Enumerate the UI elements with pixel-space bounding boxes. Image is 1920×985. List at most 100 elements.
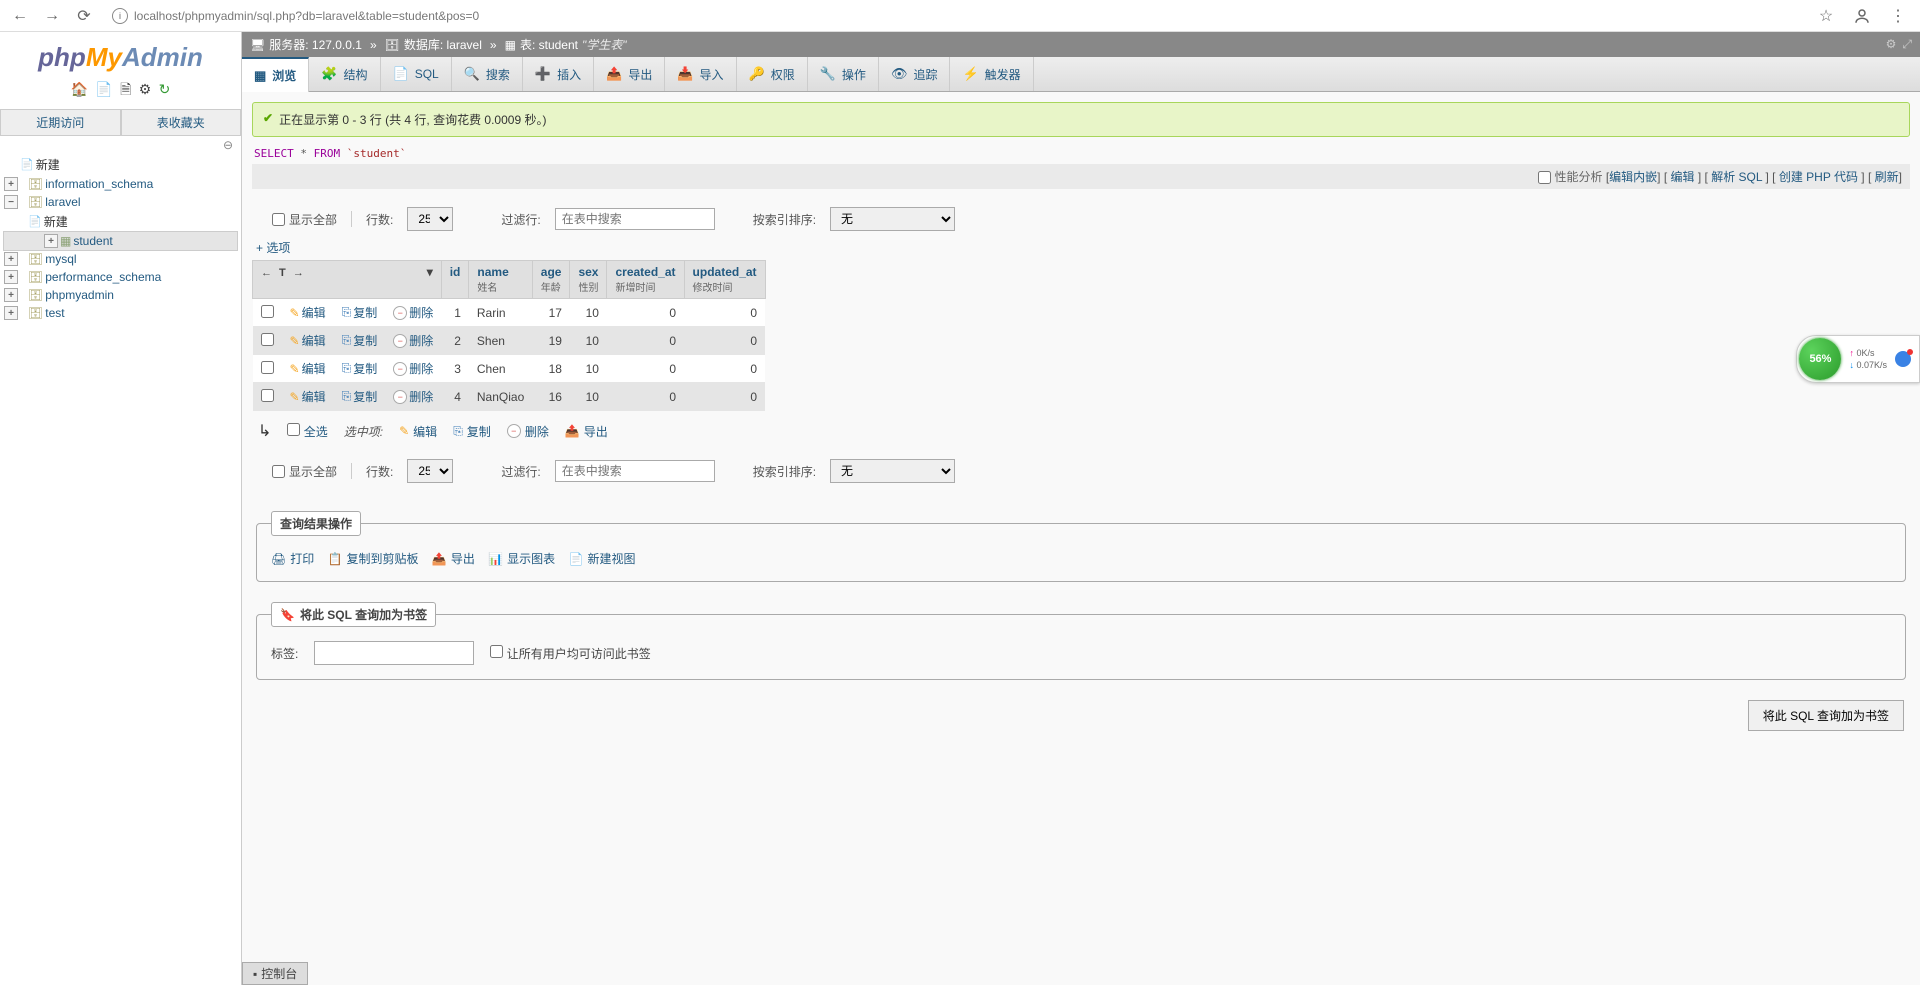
row-checkbox[interactable] <box>261 305 274 318</box>
col-updated-at[interactable]: updated_at修改时间 <box>684 261 765 299</box>
tab-browse[interactable]: ▦浏览 <box>242 57 309 92</box>
op-create-view[interactable]: 📄新建视图 <box>569 550 636 567</box>
refresh-link[interactable]: 刷新 <box>1875 170 1899 184</box>
globe-icon[interactable] <box>1895 351 1911 367</box>
row-delete[interactable]: −删除 <box>393 360 433 377</box>
tree-table-student[interactable]: +▦student <box>4 232 237 250</box>
reload-icon[interactable]: ↻ <box>159 81 171 97</box>
col-sex[interactable]: sex性别 <box>570 261 607 299</box>
row-delete[interactable]: −删除 <box>393 304 433 321</box>
check-all-checkbox[interactable] <box>287 423 300 436</box>
inline-edit-link[interactable]: 编辑内嵌 <box>1609 170 1657 184</box>
tree-db-2[interactable]: +🗄mysql <box>4 250 237 268</box>
bookmark-input[interactable] <box>314 641 474 665</box>
row-delete[interactable]: −删除 <box>393 332 433 349</box>
kebab-icon[interactable]: ⋮ <box>1884 2 1912 30</box>
tab-insert[interactable]: ➕插入 <box>523 57 594 91</box>
docs-icon[interactable]: 🗎 <box>120 81 131 97</box>
user-icon[interactable] <box>1848 2 1876 30</box>
row-delete[interactable]: −删除 <box>393 388 433 405</box>
tab-sql[interactable]: 📄SQL <box>381 57 452 91</box>
tree-db-0[interactable]: +🗄information_schema <box>4 175 237 193</box>
bulk-delete[interactable]: −删除 <box>507 423 549 440</box>
console-tab[interactable]: ▪ 控制台 <box>242 962 308 985</box>
tab-import[interactable]: 📥导入 <box>665 57 736 91</box>
back-button[interactable]: ← <box>8 4 32 28</box>
tab-tracking[interactable]: 👁追踪 <box>879 57 951 91</box>
show-all-checkbox-2[interactable] <box>272 465 285 478</box>
row-checkbox[interactable] <box>261 389 274 402</box>
reload-button[interactable]: ⟳ <box>72 4 96 28</box>
row-checkbox[interactable] <box>261 333 274 346</box>
tab-structure[interactable]: 🧩结构 <box>309 57 380 91</box>
table-row[interactable]: ✎编辑⎘复制−删除2Shen191000 <box>253 327 766 355</box>
filter-input-2[interactable] <box>555 460 715 482</box>
row-edit[interactable]: ✎编辑 <box>290 360 326 377</box>
tab-favorites[interactable]: 表收藏夹 <box>121 109 242 135</box>
col-id[interactable]: id <box>441 261 469 299</box>
filter-input[interactable] <box>555 208 715 230</box>
star-icon[interactable]: ☆ <box>1812 2 1840 30</box>
sort-select[interactable]: 无 <box>830 207 955 231</box>
phpmyadmin-logo[interactable]: phpMyAdmin <box>0 38 241 79</box>
row-copy[interactable]: ⎘复制 <box>342 304 378 321</box>
tab-export[interactable]: 📤导出 <box>594 57 665 91</box>
bulk-edit[interactable]: ✎编辑 <box>399 423 437 440</box>
row-edit[interactable]: ✎编辑 <box>290 304 326 321</box>
col-created-at[interactable]: created_at新增时间 <box>607 261 684 299</box>
profiling-checkbox[interactable] <box>1538 171 1551 184</box>
op-copy-clipboard[interactable]: 📋复制到剪贴板 <box>328 550 419 567</box>
tab-recent[interactable]: 近期访问 <box>0 109 121 135</box>
tree-db-5[interactable]: +🗄test <box>4 304 237 322</box>
row-edit[interactable]: ✎编辑 <box>290 388 326 405</box>
settings-icon[interactable]: ⚙ <box>139 81 152 97</box>
check-all-link[interactable]: 全选 <box>304 423 328 440</box>
logout-icon[interactable]: 📄 <box>95 81 112 97</box>
show-all-checkbox[interactable] <box>272 213 285 226</box>
tab-triggers[interactable]: ⚡触发器 <box>950 57 1033 91</box>
bookmark-submit-button[interactable]: 将此 SQL 查询加为书签 <box>1748 700 1904 731</box>
bulk-export[interactable]: 📤导出 <box>565 423 608 440</box>
table-link[interactable]: 表: student <box>520 36 578 53</box>
table-row[interactable]: ✎编辑⎘复制−删除4NanQiao161000 <box>253 383 766 411</box>
tab-privileges[interactable]: 🔑权限 <box>737 57 808 91</box>
table-row[interactable]: ✎编辑⎘复制−删除1Rarin171000 <box>253 299 766 327</box>
home-icon[interactable]: 🏠 <box>71 81 88 97</box>
table-row[interactable]: ✎编辑⎘复制−删除3Chen181000 <box>253 355 766 383</box>
op-print[interactable]: 🖨打印 <box>271 550 314 567</box>
edit-link[interactable]: 编辑 <box>1671 170 1695 184</box>
row-copy[interactable]: ⎘复制 <box>342 360 378 377</box>
create-php-link[interactable]: 创建 PHP 代码 <box>1779 170 1858 184</box>
tree-db-1[interactable]: −🗄laravel <box>4 193 237 211</box>
options-toggle[interactable]: 选项 <box>252 239 1910 260</box>
page-exit-icon[interactable]: ⤢ <box>1902 37 1912 52</box>
bulk-copy[interactable]: ⎘复制 <box>453 423 491 440</box>
op-export[interactable]: 📤导出 <box>432 550 475 567</box>
sort-header[interactable]: ← T →▾ <box>253 261 442 299</box>
tree-db-4[interactable]: +🗄phpmyadmin <box>4 286 237 304</box>
address-bar[interactable]: i localhost/phpmyadmin/sql.php?db=larave… <box>104 8 1804 24</box>
page-settings-icon[interactable]: ⚙ <box>1886 37 1897 52</box>
server-link[interactable]: 服务器: 127.0.0.1 <box>269 36 362 53</box>
rows-select[interactable]: 25 <box>407 207 453 231</box>
row-copy[interactable]: ⎘复制 <box>342 388 378 405</box>
tree-db-3[interactable]: +🗄performance_schema <box>4 268 237 286</box>
network-widget[interactable]: 56% 0K/s 0.07K/s <box>1796 335 1920 383</box>
op-chart[interactable]: 📊显示图表 <box>488 550 555 567</box>
explain-link[interactable]: 解析 SQL <box>1711 170 1762 184</box>
row-copy[interactable]: ⎘复制 <box>342 332 378 349</box>
col-name[interactable]: name姓名 <box>469 261 532 299</box>
row-edit[interactable]: ✎编辑 <box>290 332 326 349</box>
rows-select-2[interactable]: 25 <box>407 459 453 483</box>
sort-select-2[interactable]: 无 <box>830 459 955 483</box>
forward-button[interactable]: → <box>40 4 64 28</box>
tab-search[interactable]: 🔍搜索 <box>452 57 523 91</box>
tab-operations[interactable]: 🔧操作 <box>808 57 879 91</box>
tree-new[interactable]: 📄 新建 <box>4 154 237 175</box>
col-age[interactable]: age年龄 <box>532 261 570 299</box>
row-checkbox[interactable] <box>261 361 274 374</box>
tree-new-table[interactable]: 📄新建 <box>4 211 237 232</box>
filter-toggle-icon[interactable]: ⊖ <box>0 136 241 154</box>
db-link[interactable]: 数据库: laravel <box>404 36 482 53</box>
bookmark-share-checkbox[interactable] <box>490 645 503 658</box>
